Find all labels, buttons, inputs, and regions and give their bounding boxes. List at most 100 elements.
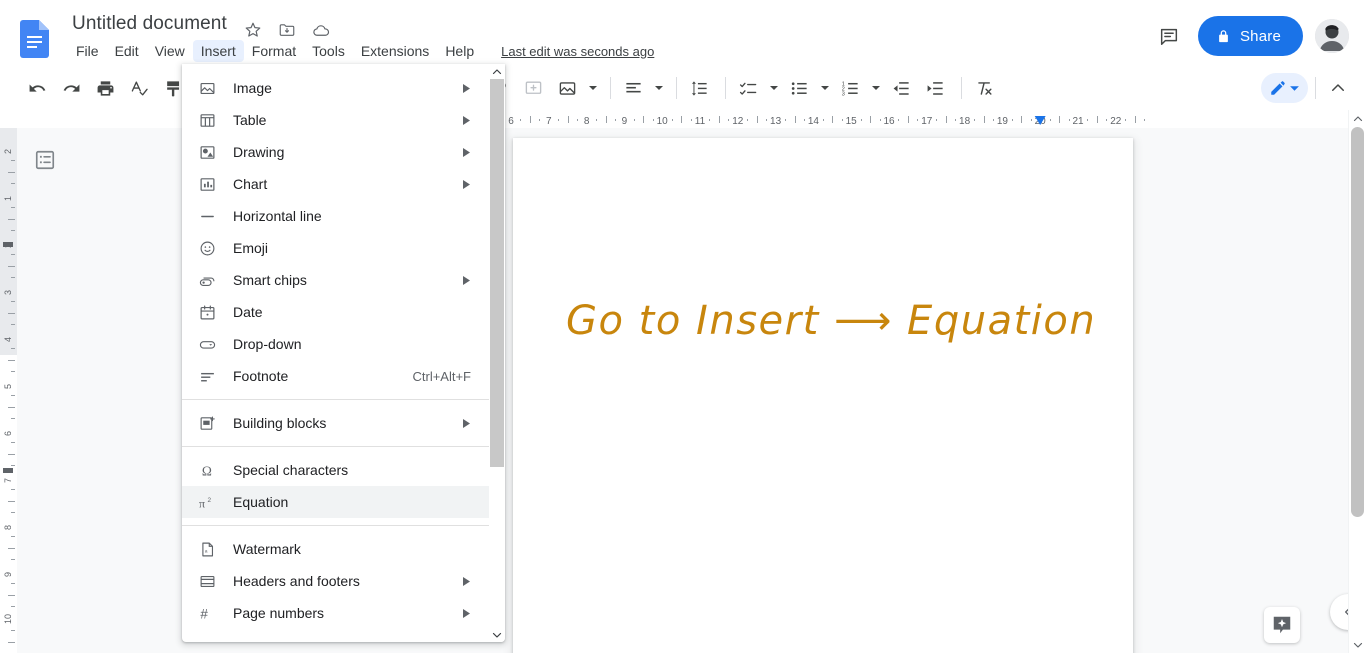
ruler-tick-label: 9 (621, 116, 628, 127)
checklist-dropdown-icon[interactable] (767, 73, 781, 103)
vertical-margin-marker[interactable] (3, 468, 13, 473)
menu-item-chart[interactable]: Chart (182, 168, 489, 200)
menu-item-label: Page numbers (233, 605, 325, 621)
menu-scroll-down-icon[interactable] (489, 627, 505, 642)
lock-icon (1219, 29, 1228, 42)
align-icon[interactable] (618, 73, 648, 103)
ruler-tick-label: 18 (959, 116, 971, 127)
menu-item-equation[interactable]: π 2 Equation (182, 486, 489, 518)
menu-item-label: Image (233, 80, 272, 96)
share-button[interactable]: Share (1197, 16, 1303, 56)
vertical-ruler-tick-label: 9 (3, 571, 13, 577)
menu-item-watermark[interactable]: a Watermark (182, 533, 489, 565)
drawing-icon (197, 142, 217, 162)
editing-mode-button[interactable] (1261, 73, 1308, 103)
submenu-arrow-icon (459, 608, 473, 618)
vertical-ruler-tick-mark (11, 465, 15, 467)
document-title[interactable]: Untitled document (72, 13, 227, 35)
emoji-icon (197, 238, 217, 258)
hide-menus-icon[interactable] (1323, 73, 1353, 103)
document-page[interactable]: Go to Insert ⟶ Equation (513, 138, 1133, 653)
menu-item-date[interactable]: Date (182, 296, 489, 328)
submenu-arrow-icon (459, 576, 473, 586)
add-comment-icon[interactable] (518, 73, 548, 103)
submenu-arrow-icon (459, 418, 473, 428)
bulleted-list-dropdown-icon[interactable] (818, 73, 832, 103)
numbered-list-dropdown-icon[interactable] (869, 73, 883, 103)
menu-item-shortcut: Ctrl+Alt+F (412, 368, 471, 384)
share-label: Share (1239, 27, 1281, 45)
menu-item-smart-chips[interactable]: Smart chips (182, 264, 489, 296)
menu-file[interactable]: File (68, 40, 107, 62)
google-docs-logo[interactable] (20, 20, 49, 58)
align-dropdown-icon[interactable] (652, 73, 666, 103)
ruler-tick-label: 16 (883, 116, 895, 127)
menu-extensions[interactable]: Extensions (353, 40, 437, 62)
bulleted-list-icon[interactable] (784, 73, 814, 103)
document-scrollbar[interactable] (1348, 110, 1365, 653)
scroll-down-icon[interactable] (1349, 636, 1365, 653)
menu-insert[interactable]: Insert (192, 40, 244, 62)
comment-history-icon[interactable] (1152, 19, 1186, 53)
ruler-tick-mark (822, 119, 824, 121)
menu-item-image[interactable]: Image (182, 72, 489, 104)
insert-menu-dropdown[interactable]: Image Table Drawing Chart Horizontal line Emo… (182, 64, 505, 642)
menu-tools[interactable]: Tools (304, 40, 353, 62)
menu-item-label: Equation (233, 494, 289, 510)
ruler-tick-mark (1096, 116, 1098, 123)
redo-icon[interactable] (56, 73, 86, 103)
clear-formatting-icon[interactable] (969, 73, 999, 103)
ruler-tick-mark (1021, 116, 1023, 123)
avatar[interactable] (1315, 19, 1349, 53)
collapse-panel-icon[interactable] (1330, 594, 1348, 630)
ruler-tick-mark (1087, 119, 1089, 121)
document-body-text[interactable]: Go to Insert ⟶ Equation (566, 298, 1096, 344)
menu-item-table[interactable]: Table (182, 104, 489, 136)
menu-help[interactable]: Help (437, 40, 482, 62)
insert-image-dropdown-icon[interactable] (586, 73, 600, 103)
scrollbar-thumb[interactable] (1351, 127, 1364, 517)
checklist-icon[interactable] (733, 73, 763, 103)
menu-item-label: Table (233, 112, 267, 128)
ruler-tick-mark (936, 119, 938, 121)
menu-format[interactable]: Format (244, 40, 304, 62)
vertical-ruler-tick-mark (11, 629, 15, 631)
document-outline-icon[interactable] (31, 146, 59, 174)
menu-item-building-blocks[interactable]: Building blocks (182, 407, 489, 439)
menu-item-headers-and-footers[interactable]: Headers and footers (182, 565, 489, 597)
menu-item-special-characters[interactable]: Ω Special characters (182, 454, 489, 486)
vertical-ruler-tick-label: 2 (3, 148, 13, 154)
explore-button[interactable] (1264, 607, 1300, 643)
menu-item-horizontal-line[interactable]: Horizontal line (182, 200, 489, 232)
ruler-tick-mark (605, 116, 607, 123)
menu-scrollbar-thumb[interactable] (490, 79, 504, 467)
menu-item-drop-down[interactable]: Drop-down (182, 328, 489, 360)
menu-item-emoji[interactable]: Emoji (182, 232, 489, 264)
print-icon[interactable] (90, 73, 120, 103)
insert-image-icon[interactable] (552, 73, 582, 103)
undo-icon[interactable] (22, 73, 52, 103)
ruler-tick-mark (1106, 119, 1108, 121)
vertical-ruler-tick-mark (11, 277, 15, 279)
insert-menu-scrollbar[interactable] (489, 64, 505, 642)
menu-item-page-numbers[interactable]: # Page numbers (182, 597, 489, 629)
menu-scroll-up-icon[interactable] (489, 64, 505, 79)
menu-item-footnote[interactable]: Footnote Ctrl+Alt+F (182, 360, 489, 392)
scrollbar-track[interactable] (1349, 127, 1365, 636)
spelling-check-icon[interactable] (124, 73, 154, 103)
dropdown-icon (197, 334, 217, 354)
toolbar-divider (676, 77, 677, 99)
increase-indent-icon[interactable] (920, 73, 950, 103)
last-edit-link[interactable]: Last edit was seconds ago (501, 44, 654, 59)
scroll-up-icon[interactable] (1349, 110, 1365, 127)
menu-item-drawing[interactable]: Drawing (182, 136, 489, 168)
vertical-ruler[interactable]: 212345678910 (0, 128, 17, 653)
decrease-indent-icon[interactable] (886, 73, 916, 103)
menu-edit[interactable]: Edit (107, 40, 147, 62)
ruler-tick-mark (539, 119, 541, 121)
vertical-ruler-tick-mark (8, 312, 15, 314)
numbered-list-icon[interactable]: 123 (835, 73, 865, 103)
vertical-ruler-tick-mark (11, 347, 15, 349)
line-spacing-icon[interactable] (684, 73, 714, 103)
menu-view[interactable]: View (147, 40, 193, 62)
